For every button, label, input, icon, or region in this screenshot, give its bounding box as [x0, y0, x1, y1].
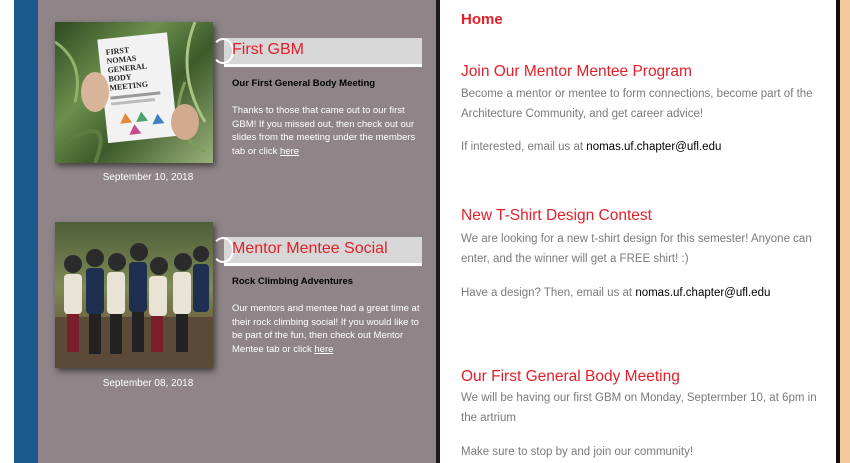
- home-panel: Home Join Our Mentor Mentee Program Beco…: [440, 0, 836, 463]
- title-bar-ring: [212, 38, 234, 64]
- post-body-tshirt-contest: We are looking for a new t-shirt design …: [461, 233, 812, 265]
- event-date: September 10, 2018: [102, 172, 194, 183]
- event-title-bar: First GBM: [212, 38, 422, 67]
- event-description-text: Thanks to those that came out to our fir…: [232, 105, 416, 157]
- post-title-mentor-program: Join Our Mentor Mentee Program: [461, 63, 692, 80]
- event-subtitle: Rock Climbing Adventures: [232, 276, 354, 287]
- post-contact-tshirt-contest: Have a design? Then, email us at nomas.u…: [461, 287, 831, 299]
- left-accent-bar: [14, 0, 38, 463]
- post-body-mentor-program: Become a mentor or mentee to form connec…: [461, 88, 813, 120]
- post-title-tshirt-contest: New T-Shirt Design Contest: [461, 207, 652, 224]
- contact-email[interactable]: nomas.uf.chapter@ufl.edu: [635, 287, 770, 299]
- group-photo-illustration: [55, 243, 213, 368]
- page-margin-left: [0, 0, 14, 463]
- event-title[interactable]: First GBM: [232, 41, 304, 59]
- post-contact-mentor-program: If interested, email us at nomas.uf.chap…: [461, 141, 831, 153]
- event-date: September 08, 2018: [102, 378, 194, 389]
- event-description: Our mentors and mentee had a great time …: [232, 302, 426, 356]
- event-title-bar: Mentor Mentee Social: [212, 237, 422, 266]
- event-subtitle: Our First General Body Meeting: [232, 78, 376, 89]
- event-here-link[interactable]: here: [280, 146, 299, 157]
- event-here-link[interactable]: here: [314, 344, 333, 355]
- flyer-illustration: FIRST NOMAS GENERAL BODY MEETING: [55, 22, 207, 163]
- event-title[interactable]: Mentor Mentee Social: [232, 240, 388, 258]
- contact-email[interactable]: nomas.uf.chapter@ufl.edu: [586, 141, 721, 153]
- event-description: Thanks to those that came out to our fir…: [232, 104, 426, 158]
- page-title: Home: [461, 11, 503, 28]
- event-photo-mentor-social[interactable]: [55, 222, 213, 368]
- page-margin-right: [840, 0, 850, 463]
- contact-prefix: Have a design? Then, email us at: [461, 287, 636, 299]
- events-panel: FIRST NOMAS GENERAL BODY MEETING First G…: [38, 0, 436, 463]
- post-footer-first-gbm: Make sure to stop by and join our commun…: [461, 446, 694, 458]
- post-body-first-gbm: We will be having our first GBM on Monda…: [461, 392, 817, 424]
- event-photo-first-gbm[interactable]: FIRST NOMAS GENERAL BODY MEETING: [55, 22, 213, 163]
- contact-prefix: If interested, email us at: [461, 141, 587, 153]
- title-bar-ring: [212, 237, 234, 263]
- post-title-first-gbm: Our First General Body Meeting: [461, 368, 680, 385]
